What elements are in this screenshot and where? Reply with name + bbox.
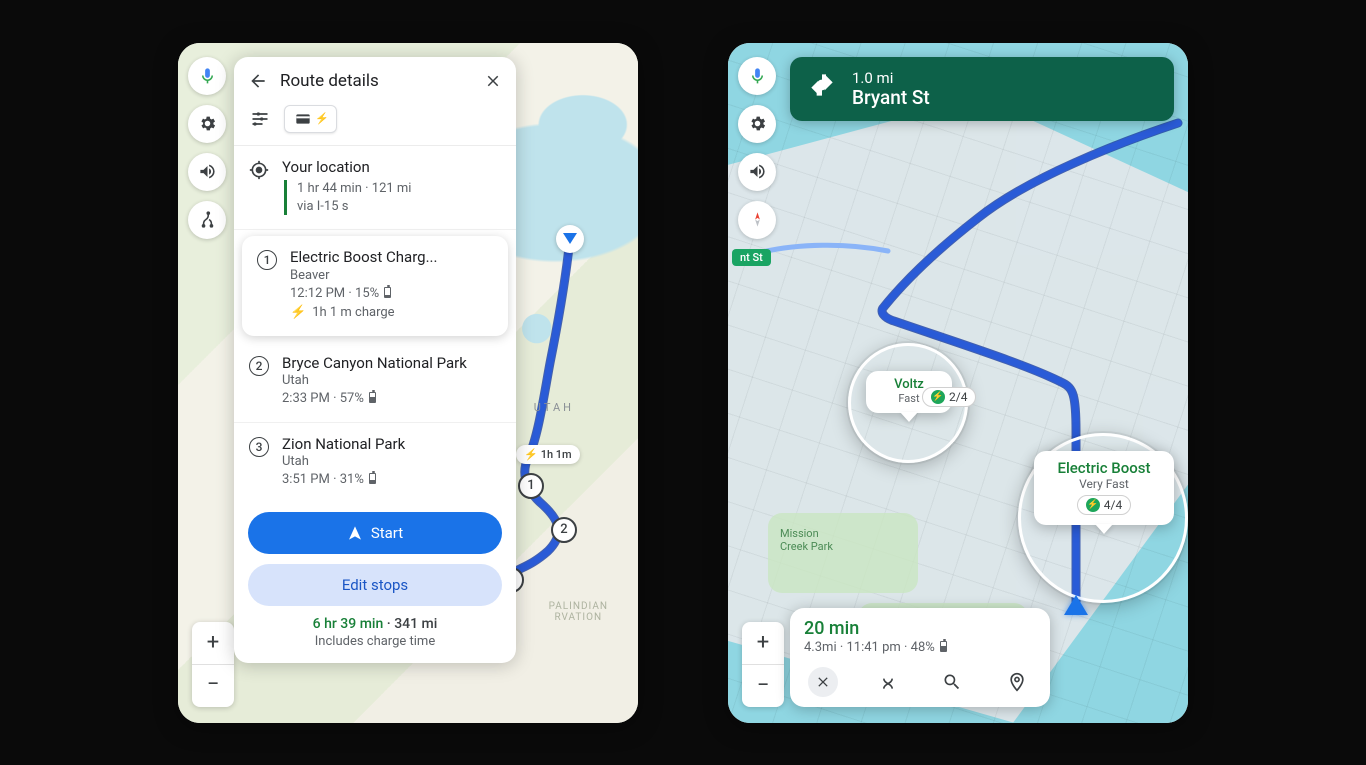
- step-origin[interactable]: Your location 1 hr 44 min · 121 mi via I…: [234, 146, 516, 231]
- voice-search-button[interactable]: [188, 57, 226, 95]
- voice-search-button[interactable]: [738, 57, 776, 95]
- zoom-out-button[interactable]: −: [742, 665, 784, 707]
- close-button[interactable]: [484, 72, 502, 90]
- compass-button[interactable]: [738, 201, 776, 239]
- end-navigation-button[interactable]: [808, 667, 838, 697]
- stop-name: Zion National Park: [282, 435, 502, 454]
- step-stop-3[interactable]: 3 Zion National Park Utah 3:51 PM · 31%: [234, 423, 516, 503]
- stop-name: Electric Boost Charg...: [290, 248, 494, 267]
- zoom-in-button[interactable]: +: [192, 622, 234, 664]
- battery-icon: [384, 287, 391, 298]
- park-area: [768, 513, 918, 593]
- current-location-marker: [556, 225, 584, 253]
- park-label: Mission Creek Park: [780, 527, 833, 553]
- trip-subtext: 4.3mi · 11:41 pm · 48%: [804, 640, 1036, 655]
- step-stop-2[interactable]: 2 Bryce Canyon National Park Utah 2:33 P…: [234, 342, 516, 423]
- eta-text: 20 min: [804, 618, 1036, 639]
- start-navigation-button[interactable]: Start: [248, 512, 502, 554]
- charge-time-bubble: ⚡1h 1m: [516, 445, 580, 464]
- settings-button[interactable]: [188, 105, 226, 143]
- settings-button[interactable]: [738, 105, 776, 143]
- navigation-arrow: [1064, 595, 1088, 615]
- battery-icon: [940, 641, 947, 652]
- sound-button[interactable]: [188, 153, 226, 191]
- crosshair-icon: [248, 158, 270, 216]
- stop-number-badge: 1: [257, 250, 277, 270]
- payment-card-button[interactable]: ⚡: [284, 105, 337, 133]
- zoom-control: + −: [192, 622, 234, 707]
- panel-title: Route details: [280, 71, 472, 91]
- navigation-banner[interactable]: 1.0 mi Bryant St: [790, 57, 1174, 121]
- alternate-routes-button[interactable]: [188, 201, 226, 239]
- stop-number-badge: 2: [249, 356, 269, 376]
- recenter-button[interactable]: [1002, 667, 1032, 697]
- battery-icon: [369, 473, 376, 484]
- route-options-button[interactable]: [250, 109, 270, 129]
- sound-button[interactable]: [738, 153, 776, 191]
- map-label-palindian: PALINDIAN RVATION: [549, 601, 608, 623]
- zoom-in-button[interactable]: +: [742, 622, 784, 664]
- back-button[interactable]: [248, 71, 268, 91]
- phone-route-details: ⚡1h 1m 1 2 3 UTAH PALINDIAN RVATION + − …: [178, 43, 638, 723]
- stop-number-badge: 3: [249, 437, 269, 457]
- navigation-bottom-sheet: 20 min 4.3mi · 11:41 pm · 48%: [790, 608, 1050, 707]
- charger-callout-electric-boost[interactable]: Electric Boost Very Fast ⚡4/4: [1034, 451, 1174, 525]
- step-charger[interactable]: 1 Electric Boost Charg... Beaver 12:12 P…: [242, 236, 508, 335]
- control-column: [738, 57, 776, 239]
- trip-summary: 6 hr 39 min · 341 mi Includes charge tim…: [248, 616, 502, 649]
- turn-distance: 1.0 mi: [852, 69, 930, 87]
- zoom-control: + −: [742, 622, 784, 707]
- stop-name: Bryce Canyon National Park: [282, 354, 502, 373]
- alternate-routes-button[interactable]: [873, 667, 903, 697]
- stop-marker-1[interactable]: 1: [518, 473, 544, 499]
- charger-availability-voltz[interactable]: ⚡2/4: [922, 383, 976, 407]
- control-column: [188, 57, 226, 239]
- zoom-out-button[interactable]: −: [192, 665, 234, 707]
- street-chip: nt St: [732, 249, 771, 266]
- search-along-route-button[interactable]: [937, 667, 967, 697]
- route-details-panel: Route details ⚡ Your location 1 hr 44 mi…: [234, 57, 516, 664]
- origin-label: Your location: [282, 158, 502, 177]
- bolt-icon: ⚡: [290, 304, 306, 322]
- battery-icon: [369, 392, 376, 403]
- turn-right-icon: [806, 69, 838, 101]
- turn-street: Bryant St: [852, 86, 930, 109]
- edit-stops-button[interactable]: Edit stops: [248, 564, 502, 606]
- phone-navigation: Mission Creek Park Mission Bay Kids' Par…: [728, 43, 1188, 723]
- stop-marker-2[interactable]: 2: [551, 517, 577, 543]
- map-label-utah: UTAH: [534, 401, 574, 414]
